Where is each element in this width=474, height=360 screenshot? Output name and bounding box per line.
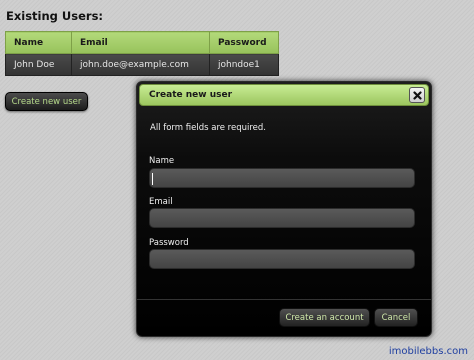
cell-name: John Doe xyxy=(5,53,72,76)
create-account-button[interactable]: Create an account xyxy=(279,308,370,327)
cell-password: johndoe1 xyxy=(209,53,279,76)
close-icon xyxy=(412,90,422,100)
text-cursor xyxy=(152,173,153,185)
dialog-divider xyxy=(137,299,431,300)
table-header-row: Name Email Password xyxy=(5,31,279,54)
close-button[interactable] xyxy=(409,87,425,103)
create-user-dialog: Create new user All form fields are requ… xyxy=(136,81,432,337)
column-header-password: Password xyxy=(209,31,279,54)
email-field[interactable] xyxy=(149,208,415,228)
column-header-name: Name xyxy=(5,31,72,54)
name-field[interactable] xyxy=(149,168,415,188)
column-header-email: Email xyxy=(71,31,210,54)
email-label: Email xyxy=(149,197,173,207)
name-label: Name xyxy=(149,156,175,166)
required-fields-note: All form fields are required. xyxy=(150,123,266,133)
watermark-text: imobilebbs.com xyxy=(388,346,468,357)
users-table: Name Email Password John Doe john.doe@ex… xyxy=(5,31,279,76)
create-new-user-button[interactable]: Create new user xyxy=(5,92,88,111)
table-row: John Doe john.doe@example.com johndoe1 xyxy=(5,53,279,76)
dialog-title: Create new user xyxy=(149,90,233,100)
cell-email: john.doe@example.com xyxy=(71,53,210,76)
password-label: Password xyxy=(149,238,189,248)
dialog-header: Create new user xyxy=(139,84,429,106)
section-title: Existing Users: xyxy=(6,9,104,23)
cancel-button[interactable]: Cancel xyxy=(374,308,418,327)
password-field[interactable] xyxy=(149,249,415,269)
